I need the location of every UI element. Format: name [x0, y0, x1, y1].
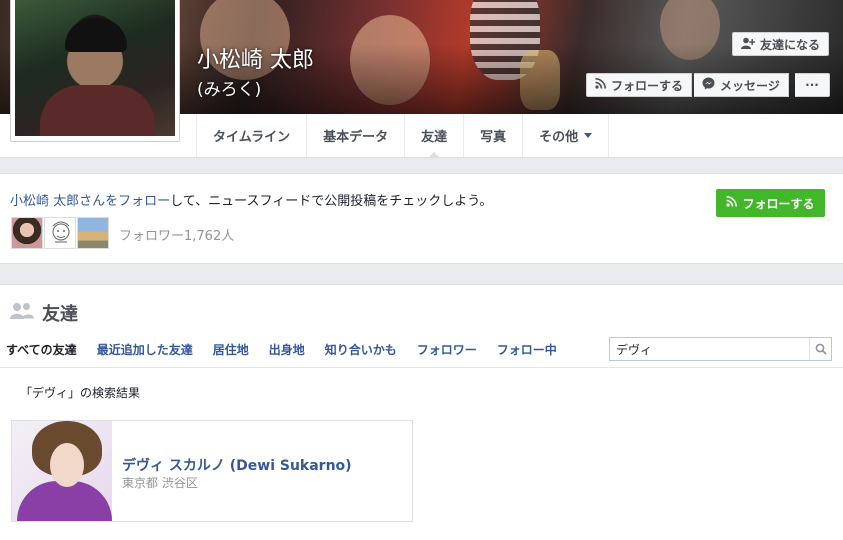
friends-section: 友達 すべての友達 最近追加した友達 居住地 出身地 知り合いかも フォロワー … — [0, 284, 843, 540]
friend-card[interactable]: デヴィ スカルノ (Dewi Sukarno) 東京都 渋谷区 — [11, 420, 413, 522]
subtab-following[interactable]: フォロー中 — [487, 341, 567, 358]
tab-friends[interactable]: 友達 — [405, 114, 465, 158]
profile-photo — [15, 0, 175, 136]
message-button-label: メッセージ — [720, 78, 780, 93]
add-friend-button[interactable]: 友達になる — [732, 32, 830, 56]
profile-picture[interactable] — [10, 0, 180, 142]
tab-photos[interactable]: 写真 — [464, 114, 524, 157]
friends-search — [609, 337, 832, 361]
follow-button[interactable]: フォローする — [586, 73, 693, 97]
follower-avatar[interactable] — [44, 217, 76, 249]
caret-down-icon — [584, 133, 593, 138]
friends-title: 友達 — [42, 304, 78, 325]
friend-photo[interactable] — [12, 421, 112, 521]
message-button[interactable]: メッセージ — [694, 73, 789, 97]
rss-icon — [595, 78, 606, 92]
tab-timeline[interactable]: タイムライン — [197, 114, 308, 157]
subtab-current-city[interactable]: 居住地 — [203, 341, 259, 358]
subtab-all-friends[interactable]: すべての友達 — [6, 341, 87, 358]
friend-name[interactable]: デヴィ スカルノ (Dewi Sukarno) — [122, 455, 352, 475]
friend-location: 東京都 渋谷区 — [122, 476, 198, 490]
add-friend-icon — [741, 37, 756, 52]
more-button[interactable]: ··· — [795, 73, 830, 97]
follower-avatar[interactable] — [77, 217, 109, 249]
follow-prompt-link[interactable]: 小松崎 太郎さんをフォロー — [10, 194, 170, 209]
search-icon — [815, 340, 827, 359]
subtab-people-you-may-know[interactable]: 知り合いかも — [315, 341, 407, 358]
friends-heading: 友達 — [10, 300, 78, 326]
follow-green-label: フォローする — [742, 196, 815, 211]
follow-green-button[interactable]: フォローする — [716, 189, 825, 217]
more-icon: ··· — [805, 78, 819, 92]
tab-about[interactable]: 基本データ — [307, 114, 406, 157]
follow-button-label: フォローする — [611, 78, 684, 93]
follower-count[interactable]: フォロワー1,762人 — [119, 225, 234, 244]
divider — [0, 367, 843, 368]
subtab-hometown[interactable]: 出身地 — [259, 341, 315, 358]
subtab-followers[interactable]: フォロワー — [407, 341, 487, 358]
add-friend-label: 友達になる — [760, 37, 821, 52]
profile-alternate-name: (みろく) — [197, 80, 262, 100]
search-results-label: 「デヴィ」の検索結果 — [20, 386, 141, 400]
profile-tabs: タイムライン 基本データ 友達 写真 その他 — [196, 114, 610, 158]
subtab-recently-added[interactable]: 最近追加した友達 — [87, 341, 203, 358]
rss-icon — [726, 196, 738, 210]
profile-name[interactable]: 小松崎 太郎 — [197, 42, 314, 74]
follow-prompt: 小松崎 太郎さんをフォローして、ニュースフィードで公開投稿をチェックしよう。 フ… — [0, 173, 843, 264]
tab-more[interactable]: その他 — [523, 114, 610, 157]
friends-search-input[interactable] — [610, 338, 809, 360]
page: 小松崎 太郎 (みろく) 友達になる フォローする メッセージ ··· タイムラ… — [0, 0, 843, 540]
follow-prompt-text: 小松崎 太郎さんをフォローして、ニュースフィードで公開投稿をチェックしよう。 — [10, 194, 493, 209]
friends-subtabs: すべての友達 最近追加した友達 居住地 出身地 知り合いかも フォロワー フォロ… — [6, 341, 567, 358]
messenger-icon — [702, 77, 715, 93]
follower-avatar[interactable] — [11, 217, 43, 249]
search-button[interactable] — [809, 338, 831, 360]
friends-icon — [10, 302, 34, 325]
